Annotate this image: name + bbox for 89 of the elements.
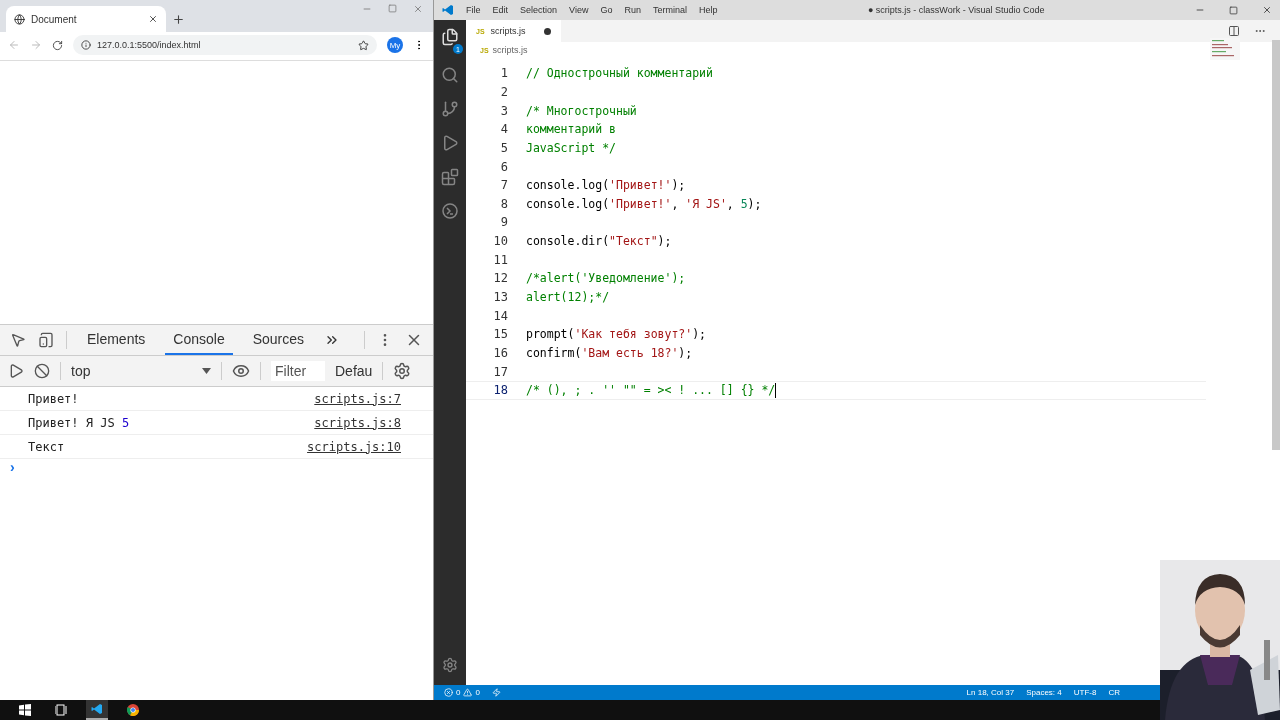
remote-icon[interactable] — [441, 202, 459, 220]
line-number: 14 — [492, 308, 509, 323]
source-control-icon[interactable] — [441, 100, 459, 118]
encoding-status[interactable]: UTF-8 — [1073, 688, 1097, 697]
warning-count: 0 — [475, 688, 480, 697]
dropdown-arrow-icon — [202, 368, 211, 374]
profile-avatar[interactable]: My — [387, 37, 403, 53]
close-icon[interactable] — [148, 14, 158, 24]
search-icon[interactable] — [441, 66, 459, 84]
menu-item[interactable]: Run — [624, 5, 641, 15]
line-number: 9 — [499, 215, 509, 230]
scrollbar[interactable] — [1272, 40, 1280, 450]
devtools-tab[interactable]: Sources — [244, 325, 313, 355]
code-line: комментарий в — [526, 122, 616, 137]
address-bar[interactable]: 127.0.0.1:5500/index.html — [73, 35, 377, 55]
problems-status[interactable]: 0 0 — [444, 688, 480, 697]
window-title: ● scripts.js - classWork - Visual Studio Code — [867, 5, 1045, 15]
warning-icon — [463, 688, 473, 697]
text-cursor — [775, 382, 777, 398]
line-number: 16 — [492, 345, 509, 360]
settings-icon[interactable] — [442, 657, 458, 673]
context-select[interactable]: top — [71, 363, 211, 379]
menu-item[interactable]: Help — [698, 5, 718, 15]
settings-icon[interactable] — [393, 362, 412, 380]
globe-icon — [14, 13, 25, 25]
line-number: 11 — [492, 252, 509, 267]
levels-dropdown[interactable]: Defau — [335, 363, 373, 379]
error-icon — [444, 688, 453, 697]
line-number: 18 — [492, 383, 509, 398]
line-number: 6 — [499, 159, 509, 174]
line-number: 8 — [499, 196, 509, 211]
line-number: 12 — [492, 271, 509, 286]
close-icon[interactable] — [1262, 5, 1272, 15]
line-number: 1 — [499, 66, 509, 81]
inspect-icon[interactable] — [10, 332, 26, 348]
indentation-status[interactable]: Spaces: 4 — [1026, 688, 1062, 697]
new-tab-icon[interactable] — [172, 13, 185, 26]
devtools-tab[interactable]: Elements — [78, 325, 154, 355]
menu-item[interactable]: Edit — [492, 5, 509, 15]
extensions-icon[interactable] — [441, 168, 459, 186]
editor-app-icon[interactable] — [86, 700, 108, 720]
device-icon[interactable] — [38, 332, 54, 348]
live-share-icon[interactable] — [491, 688, 501, 697]
code-line: alert(12);*/ — [526, 290, 610, 304]
line-number: 7 — [499, 178, 509, 193]
eye-icon[interactable] — [232, 362, 250, 380]
line-number: 17 — [492, 364, 509, 379]
line-number: 15 — [492, 327, 509, 342]
code-line: JavaScript */ — [526, 140, 616, 155]
error-count: 0 — [456, 688, 461, 697]
code-line: prompt('Как тебя зовут?'); — [526, 327, 707, 342]
menu-item[interactable]: Go — [600, 5, 613, 15]
clear-icon[interactable] — [34, 363, 50, 379]
source-link[interactable]: scripts.js:10 — [307, 439, 401, 454]
breadcrumb[interactable]: scripts.js — [492, 45, 528, 55]
filter-field[interactable]: Filter — [271, 361, 325, 381]
console-prompt[interactable]: › — [0, 459, 433, 475]
cursor-position[interactable]: Ln 18, Col 37 — [966, 688, 1015, 697]
console-message: Привет! Я JS 5 — [28, 415, 130, 430]
line-number: 3 — [499, 103, 509, 118]
code-line: /* Многострочный — [526, 103, 637, 118]
menu-item[interactable]: Terminal — [652, 5, 687, 15]
line-number: 2 — [499, 84, 509, 99]
line-number: 10 — [492, 234, 509, 249]
source-link[interactable]: scripts.js:8 — [314, 415, 401, 430]
browser-tab[interactable]: Document — [6, 6, 166, 32]
code-line: console.log('Привет!', 'Я JS', 5); — [526, 196, 762, 211]
menu-item[interactable]: View — [569, 5, 589, 15]
code-line: console.log('Привет!'); — [526, 178, 686, 193]
maximize-icon[interactable] — [1229, 5, 1238, 15]
menu-item[interactable]: Selection — [520, 5, 558, 15]
menu-item[interactable]: File — [466, 5, 481, 15]
source-link[interactable]: scripts.js:7 — [314, 391, 401, 406]
code-line: console.dir("Текст"); — [526, 234, 672, 249]
reload-icon[interactable] — [52, 39, 63, 51]
code-line: // Однострочный комментарий — [526, 66, 713, 81]
line-number: 13 — [492, 290, 509, 304]
code-line: /*alert('Уведомление'); — [526, 271, 686, 286]
run-icon[interactable] — [441, 134, 459, 152]
console-message: Текст — [28, 439, 65, 454]
line-number: 4 — [499, 122, 509, 137]
code-line: /* (), ; . '' "" = >< ! ... [] {} */ — [526, 383, 776, 398]
sidebar-toggle-icon[interactable] — [8, 363, 24, 379]
line-number: 5 — [499, 140, 509, 155]
code-line: confirm('Вам есть 18?'); — [526, 345, 693, 360]
console-message: Привет! — [28, 391, 79, 406]
eol-status[interactable]: CR — [1108, 688, 1120, 697]
split-editor-icon[interactable] — [1228, 25, 1240, 37]
app-logo-icon — [442, 4, 454, 16]
